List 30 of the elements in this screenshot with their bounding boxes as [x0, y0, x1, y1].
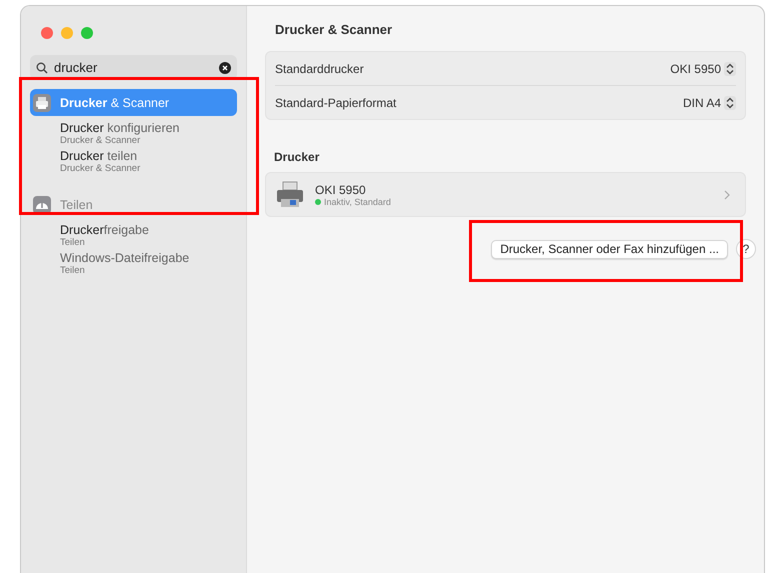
printer-name: OKI 5950	[315, 182, 367, 196]
setting-label: Standarddrucker	[275, 62, 364, 76]
clear-icon[interactable]	[219, 62, 231, 74]
search-result[interactable]: Druckerfreigabe	[60, 223, 237, 237]
search-icon	[36, 62, 48, 74]
setting-label: Standard-Papierformat	[275, 96, 396, 110]
result-subtitle: Teilen	[60, 265, 86, 276]
section-heading: Drucker	[274, 150, 320, 164]
result-subtitle: Drucker & Scanner	[60, 163, 142, 174]
printer-icon	[32, 92, 52, 112]
chevron-icon	[724, 190, 730, 200]
result-subtitle: Drucker & Scanner	[60, 135, 142, 146]
minimize-button[interactable]	[61, 27, 73, 39]
popup-menu[interactable]: OKI 5950	[670, 62, 736, 76]
printer-status: Inaktiv, Standard	[324, 196, 391, 206]
stepper-icon	[724, 62, 736, 76]
share-icon	[32, 194, 52, 214]
zoom-button[interactable]	[81, 27, 93, 39]
add-device-button[interactable]: Drucker, Scanner oder Fax hinzufügen ...	[491, 240, 728, 258]
close-button[interactable]	[41, 27, 53, 39]
search-result[interactable]: Drucker teilen	[60, 149, 237, 163]
popup-menu[interactable]: DIN A4	[682, 96, 736, 110]
search-result[interactable]: Windows-Dateifreigabe	[60, 251, 237, 265]
printer-icon	[276, 180, 304, 210]
search-input[interactable]: drucker	[54, 60, 213, 75]
stepper-icon	[724, 96, 736, 110]
printer-card[interactable]: OKI 5950 Inaktiv, Standard	[265, 172, 746, 217]
search-result[interactable]: Drucker konfigurieren	[60, 121, 237, 135]
window-title: Drucker & Scanner	[275, 22, 394, 37]
result-subtitle: Teilen	[60, 237, 86, 248]
